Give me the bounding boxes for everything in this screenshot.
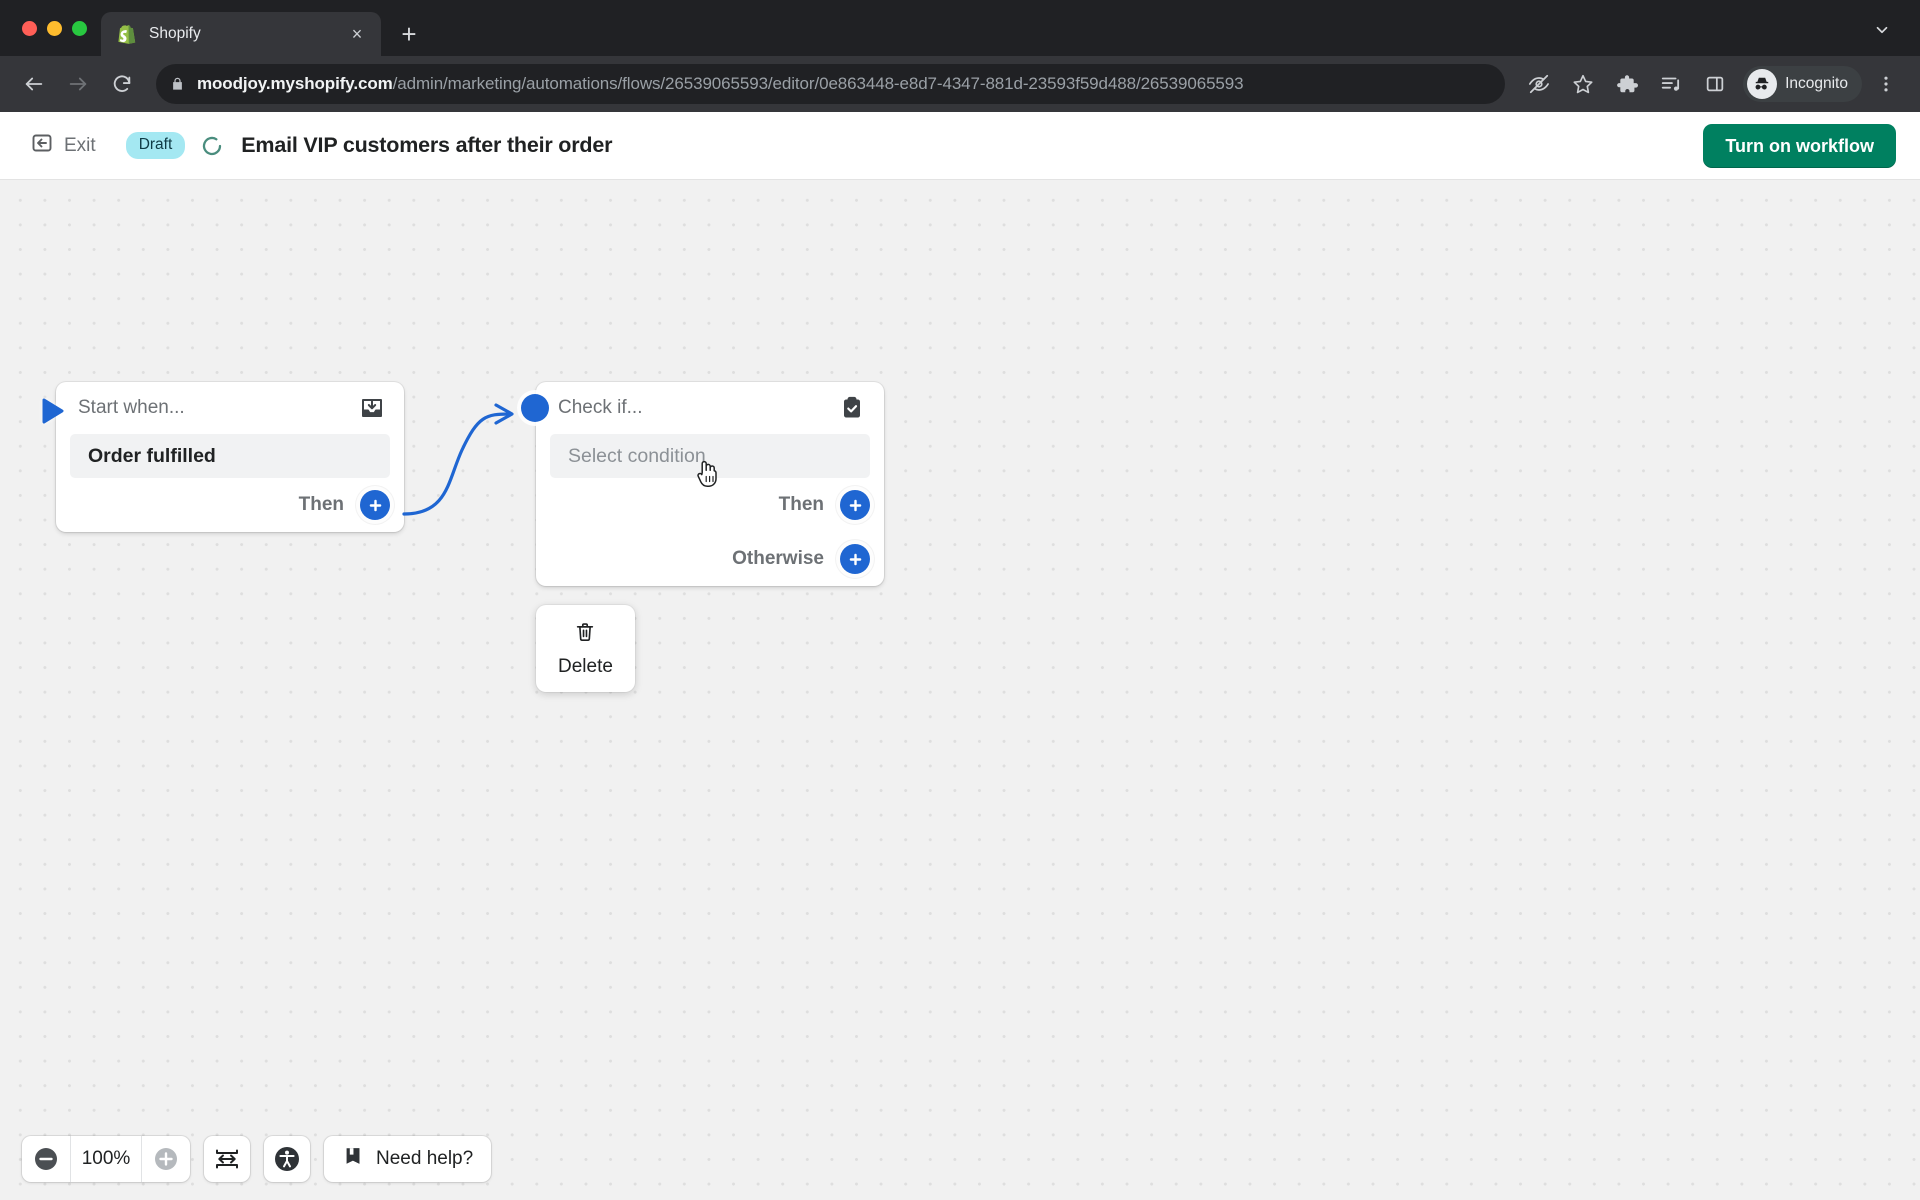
browser-tabstrip: Shopify × + [0, 0, 1920, 56]
bookmark-star-icon[interactable] [1563, 64, 1603, 104]
trigger-value-field[interactable]: Order fulfilled [70, 434, 390, 478]
side-panel-icon[interactable] [1695, 64, 1735, 104]
browser-window: Shopify × + moodjoy.myshopify.com/admin/… [0, 0, 1920, 1200]
address-bar[interactable]: moodjoy.myshopify.com/admin/marketing/au… [156, 64, 1506, 104]
trigger-node-title: Start when... [78, 397, 185, 418]
maximize-window-button[interactable] [72, 20, 87, 36]
browser-toolbar: moodjoy.myshopify.com/admin/marketing/au… [0, 56, 1920, 112]
fit-to-width-icon[interactable] [204, 1136, 250, 1182]
saving-spinner-icon [199, 133, 225, 159]
shopify-flow-editor: Exit Draft Email VIP customers after the… [0, 112, 1920, 1200]
inbox-download-icon [358, 394, 386, 422]
accessibility-icon[interactable] [264, 1136, 310, 1182]
trash-icon [574, 621, 596, 648]
page-title: Email VIP customers after their order [241, 133, 613, 157]
condition-node-header: Check if... [536, 382, 884, 434]
close-icon[interactable]: × [345, 22, 369, 46]
need-help-label: Need help? [376, 1148, 474, 1169]
zoom-control-group: 100% [22, 1136, 190, 1182]
reload-icon[interactable] [102, 64, 142, 104]
url-host: moodjoy.myshopify.com [197, 74, 393, 93]
condition-otherwise-label: Otherwise [732, 548, 824, 569]
window-traffic-lights [14, 0, 101, 56]
clipboard-check-icon [838, 394, 866, 422]
add-step-plus-icon[interactable] [360, 490, 390, 520]
zoom-in-icon[interactable] [142, 1136, 190, 1182]
condition-select-field[interactable]: Select condition [550, 434, 870, 478]
shopify-bag-icon [117, 23, 137, 45]
chevron-down-icon[interactable] [1864, 12, 1900, 48]
canvas-bottom-toolbar: 100% Need help? [22, 1136, 492, 1182]
tab-title: Shopify [149, 25, 201, 42]
tracking-protection-off-icon[interactable] [1519, 64, 1559, 104]
extensions-puzzle-icon[interactable] [1607, 64, 1647, 104]
node-context-menu[interactable]: Delete [536, 605, 635, 692]
delete-menu-item[interactable]: Delete [558, 656, 613, 678]
close-window-button[interactable] [22, 20, 37, 36]
browser-menu-icon[interactable] [1866, 64, 1906, 104]
add-step-plus-icon[interactable] [840, 544, 870, 574]
condition-then-label: Then [778, 494, 824, 515]
back-icon[interactable] [14, 64, 54, 104]
media-list-icon[interactable] [1651, 64, 1691, 104]
book-icon [342, 1145, 364, 1173]
condition-otherwise-row: Otherwise [536, 532, 884, 586]
url-path: /admin/marketing/automations/flows/26539… [392, 74, 1244, 93]
lock-icon [170, 76, 185, 92]
zoom-out-icon[interactable] [22, 1136, 70, 1182]
need-help-button[interactable]: Need help? [324, 1136, 492, 1182]
trigger-then-row: Then [56, 478, 404, 532]
exit-icon [30, 131, 54, 160]
start-play-marker [42, 398, 64, 424]
trigger-node-header: Start when... [56, 382, 404, 434]
turn-on-workflow-button[interactable]: Turn on workflow [1703, 123, 1896, 168]
condition-then-row: Then [536, 478, 884, 532]
profile-label: Incognito [1785, 75, 1848, 92]
condition-node-title: Check if... [558, 397, 643, 418]
incognito-avatar-icon [1747, 69, 1778, 99]
forward-icon[interactable] [58, 64, 98, 104]
trigger-then-label: Then [298, 494, 344, 515]
workflow-canvas[interactable]: Start when... Order fulfilled Then Check… [0, 180, 1920, 1200]
profile-incognito-button[interactable]: Incognito [1743, 66, 1862, 102]
workflow-node-trigger[interactable]: Start when... Order fulfilled Then [42, 382, 404, 532]
status-badge: Draft [125, 131, 186, 160]
input-connection-dot[interactable] [521, 394, 549, 422]
minimize-window-button[interactable] [47, 20, 62, 36]
editor-header: Exit Draft Email VIP customers after the… [0, 112, 1920, 180]
workflow-node-condition[interactable]: Check if... Select condition Then Otherw… [521, 382, 884, 586]
new-tab-button[interactable]: + [391, 16, 427, 52]
add-step-plus-icon[interactable] [840, 490, 870, 520]
exit-label: Exit [64, 134, 96, 156]
connector-trigger-to-condition [402, 403, 514, 516]
url-text: moodjoy.myshopify.com/admin/marketing/au… [197, 74, 1243, 94]
exit-button[interactable]: Exit [22, 125, 104, 166]
browser-tab[interactable]: Shopify × [101, 12, 381, 56]
zoom-level-label: 100% [70, 1136, 142, 1182]
